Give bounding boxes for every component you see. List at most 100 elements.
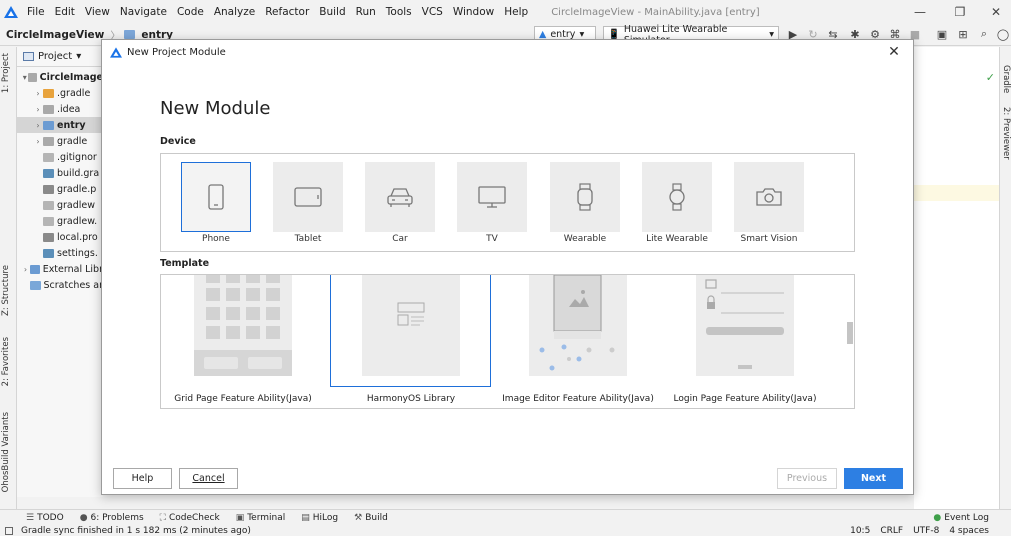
previewer-tool-tab[interactable]: 2: Previewer — [1001, 107, 1011, 160]
status-toggle-icon[interactable] — [5, 526, 13, 535]
chevron-right-icon[interactable]: › — [21, 265, 30, 274]
device-card-tv[interactable] — [457, 162, 527, 232]
menu-analyze[interactable]: Analyze — [209, 0, 260, 24]
menu-help[interactable]: Help — [499, 0, 533, 24]
bottom-tool-button[interactable]: ● 6: Problems — [72, 513, 152, 523]
sdk-manager-icon[interactable]: ⊞ — [956, 27, 970, 41]
status-message[interactable]: Gradle sync finished in 1 s 182 ms (2 mi… — [21, 526, 251, 536]
tree-item[interactable]: build.gra — [17, 165, 103, 181]
template-card-harmonyos-library[interactable] — [362, 275, 460, 376]
template-card-login-page[interactable] — [696, 275, 794, 376]
menu-run[interactable]: Run — [351, 0, 381, 24]
dialog-titlebar[interactable]: New Project Module — [102, 40, 913, 64]
menu-edit[interactable]: Edit — [50, 0, 80, 24]
device-label-tablet: Tablet — [294, 234, 322, 244]
build-icon: ⚒ — [354, 512, 363, 523]
editor-area[interactable]: ✓ — [914, 47, 999, 509]
line-separator[interactable]: CRLF — [880, 526, 903, 536]
file-icon — [43, 152, 54, 162]
tree-item[interactable]: › .idea — [17, 101, 103, 117]
device-card-wearable[interactable] — [550, 162, 620, 232]
bottom-tool-label: Terminal — [247, 512, 286, 523]
tree-item[interactable]: Scratches ar — [17, 277, 103, 293]
menu-view[interactable]: View — [80, 0, 115, 24]
inspection-ok-icon: ✓ — [985, 71, 995, 84]
tree-item-label: gradle.p — [57, 183, 97, 195]
tree-item-label: settings. — [57, 247, 98, 259]
search-icon[interactable]: ⌕ — [977, 27, 991, 41]
project-panel: Project ▾ ▾ CircleImage › .gradle › .idea › ent… — [17, 47, 103, 497]
restore-button[interactable]: ❐ — [942, 0, 978, 24]
event-log-button[interactable]: ● Event Log — [925, 513, 997, 523]
menu-code[interactable]: Code — [172, 0, 209, 24]
tree-item[interactable]: › External Libr — [17, 261, 103, 277]
template-card-image-editor[interactable] — [529, 275, 627, 376]
template-label-harmonyos-library: HarmonyOS Library — [366, 394, 456, 404]
tree-item[interactable]: › gradle — [17, 133, 103, 149]
tree-item[interactable]: local.pro — [17, 229, 103, 245]
tree-item[interactable]: › entry — [17, 117, 103, 133]
menu-navigate[interactable]: Navigate — [115, 0, 172, 24]
project-tool-tab[interactable]: 1: Project — [1, 53, 11, 93]
bottom-tool-button[interactable]: ☰ TODO — [18, 513, 72, 523]
template-scrollbar[interactable] — [847, 322, 853, 344]
menu-vcs[interactable]: VCS — [417, 0, 448, 24]
settings-icon[interactable]: ◯ — [996, 27, 1010, 41]
build-variants-tool-tab[interactable]: OhosBuild Variants — [1, 412, 11, 492]
indent-setting[interactable]: 4 spaces — [949, 526, 989, 536]
properties-file-icon — [43, 184, 54, 194]
scratch-icon — [30, 280, 41, 290]
window-title: CircleImageView - MainAbility.java [entr… — [551, 6, 760, 18]
menu-build[interactable]: Build — [314, 0, 350, 24]
project-panel-header[interactable]: Project ▾ — [17, 47, 103, 67]
bottom-tool-button[interactable]: ⚒ Build — [346, 513, 396, 523]
tree-item-label: Scratches ar — [43, 279, 104, 291]
menu-refactor[interactable]: Refactor — [260, 0, 314, 24]
menu-file[interactable]: File — [22, 0, 50, 24]
device-card-smart-vision[interactable] — [734, 162, 804, 232]
folder-icon — [43, 104, 54, 114]
favorites-tool-tab[interactable]: 2: Favorites — [1, 337, 11, 386]
tree-item[interactable]: gradlew. — [17, 213, 103, 229]
chevron-right-icon[interactable]: › — [33, 137, 43, 146]
window-close-button[interactable]: ✕ — [978, 0, 1011, 24]
help-button[interactable]: Help — [113, 468, 172, 489]
minimize-button[interactable]: — — [902, 0, 938, 24]
bottom-tool-button[interactable]: ▤ HiLog — [293, 513, 346, 523]
device-card-phone[interactable] — [181, 162, 251, 232]
chevron-right-icon[interactable]: › — [33, 105, 43, 114]
cancel-button[interactable]: Cancel — [179, 468, 238, 489]
tree-item[interactable]: gradlew — [17, 197, 103, 213]
problems-icon: ● — [79, 512, 88, 523]
tree-item[interactable]: ▾ CircleImage — [17, 69, 103, 85]
structure-tool-tab[interactable]: Z: Structure — [1, 265, 11, 316]
caret-position[interactable]: 10:5 — [850, 526, 870, 536]
phone-icon — [208, 184, 224, 210]
device-card-tablet[interactable] — [273, 162, 343, 232]
breadcrumb-project[interactable]: CircleImageView — [0, 29, 110, 41]
menu-window[interactable]: Window — [448, 0, 499, 24]
tree-item[interactable]: settings. — [17, 245, 103, 261]
chevron-right-icon[interactable]: ▾ — [21, 73, 28, 82]
tree-item[interactable]: .gitignor — [17, 149, 103, 165]
chevron-right-icon[interactable]: › — [33, 121, 43, 130]
template-label-login-page: Login Page Feature Ability(Java) — [673, 394, 817, 404]
gradle-tool-tab[interactable]: Gradle — [1001, 65, 1011, 93]
previous-button[interactable]: Previous — [777, 468, 837, 489]
module-folder-icon — [124, 30, 136, 39]
template-card-grid-page[interactable] — [194, 275, 292, 376]
file-encoding[interactable]: UTF-8 — [913, 526, 939, 536]
dialog-close-icon[interactable]: ✕ — [885, 43, 903, 61]
tree-item[interactable]: gradle.p — [17, 181, 103, 197]
tree-item[interactable]: › .gradle — [17, 85, 103, 101]
bottom-tool-button[interactable]: ▣ Terminal — [228, 513, 294, 523]
project-structure-icon[interactable]: ▣ — [935, 27, 949, 41]
chevron-right-icon[interactable]: › — [33, 89, 43, 98]
bottom-tool-button[interactable]: ⛶ CodeCheck — [152, 513, 228, 523]
menu-tools[interactable]: Tools — [381, 0, 417, 24]
device-card-lite-wearable[interactable] — [642, 162, 712, 232]
device-card-car[interactable] — [365, 162, 435, 232]
tablet-icon — [294, 187, 322, 207]
next-button[interactable]: Next — [844, 468, 903, 489]
tree-item-label: local.pro — [57, 231, 98, 243]
